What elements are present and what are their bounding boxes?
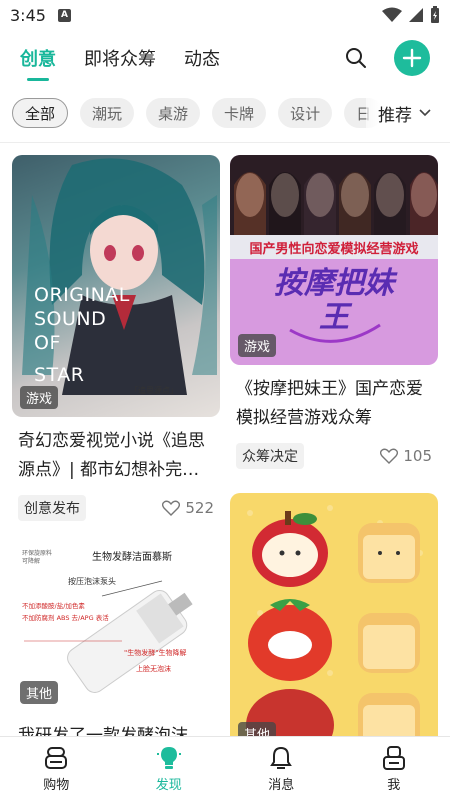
project-title: 《按摩把妹王》国产恋爱模拟经营游戏众筹 (236, 379, 423, 428)
wifi-icon (382, 7, 402, 22)
lightbulb-icon (156, 746, 181, 769)
diagram-label: "生物发酵"生物降解 (124, 649, 187, 657)
status-badge: 创意发布 (18, 495, 86, 521)
sort-dropdown[interactable]: 推荐 (366, 92, 450, 134)
category-tag: 游戏 (20, 386, 59, 409)
tab-me[interactable]: 我 (338, 737, 450, 800)
project-title: 奇幻恋爱视觉小说《追思源点》| 都市幻想补完计划 (18, 431, 205, 480)
chip-all[interactable]: 全部 (12, 98, 69, 128)
project-card[interactable]: 其他 (230, 493, 438, 736)
diagram-side-note: 环保旋原料可降解 (22, 550, 53, 565)
bottom-tab-bar: 购物 发现 消息 我 (0, 736, 450, 800)
diagram-label: 上脸无泡沫 (136, 665, 171, 673)
profile-icon (382, 745, 405, 770)
like-count[interactable]: 522 (162, 499, 214, 517)
chip-cards[interactable]: 卡牌 (212, 98, 267, 128)
tab-messages[interactable]: 消息 (225, 737, 338, 800)
project-cover-image: ORIGINAL SOUND OF STAR 「追思源点」 游戏 (12, 155, 220, 417)
cover-banner: 国产男性向恋爱模拟经营游戏 (249, 241, 419, 257)
cute-fruit-illustration (246, 505, 423, 736)
shopping-icon (45, 746, 68, 769)
tab-label: 购物 (43, 777, 70, 793)
divider (0, 142, 450, 143)
diagram-label: 不加防腐剂 ABS 去/APG 表活 (22, 614, 109, 622)
tab-label: 发现 (155, 777, 182, 793)
cover-text-line: STAR (34, 364, 85, 386)
tab-label: 我 (387, 777, 401, 793)
cover-caption: 「追思源点」 (130, 386, 178, 395)
project-title: 我研发了一款发酵泡沫 (18, 726, 188, 736)
tab-label: 消息 (268, 777, 295, 793)
cover-text-line: OF (34, 332, 61, 354)
chevron-down-icon (419, 109, 431, 117)
plus-icon (402, 48, 422, 68)
chip-board-games[interactable]: 桌游 (146, 98, 201, 128)
status-badge: 众筹决定 (236, 443, 304, 469)
chip-design[interactable]: 设计 (278, 98, 333, 128)
status-bar: 3:45 A (0, 0, 450, 30)
project-card[interactable]: ORIGINAL SOUND OF STAR 「追思源点」 游戏 奇幻恋爱视觉小… (12, 155, 220, 521)
category-tag: 其他 (238, 722, 277, 736)
add-button[interactable] (394, 40, 430, 76)
like-count-value: 522 (185, 499, 214, 517)
tab-shopping[interactable]: 购物 (0, 737, 113, 800)
project-cover-image: 国产男性向恋爱模拟经营游戏 按摩把妹王 游戏 (230, 155, 438, 365)
category-filters: 全部 潮玩 桌游 卡牌 设计 日 推荐 (0, 92, 450, 134)
project-card[interactable]: 国产男性向恋爱模拟经营游戏 按摩把妹王 游戏 《按摩把妹王》国产恋爱模拟经营游戏… (230, 155, 438, 469)
diagram-label: 按压泡沫泵头 (68, 577, 116, 586)
cover-logo: 按摩把妹王 (274, 266, 394, 335)
project-cover-image: 生物发酵洁面慕斯 环保旋原料可降解 按压泡沫泵头 不加添酸胺/盐/加色素 不加防… (12, 536, 220, 712)
signal-icon (409, 8, 423, 22)
category-tag: 其他 (20, 681, 59, 704)
category-tag: 游戏 (238, 334, 277, 357)
status-icons (382, 6, 440, 24)
diagram-label: 不加添酸胺/盐/加色素 (22, 602, 85, 610)
heart-icon (162, 500, 181, 516)
notification-icon: A (57, 8, 71, 22)
cover-text-line: SOUND (34, 308, 107, 330)
tab-upcoming-crowdfunding[interactable]: 即将众筹 (84, 45, 156, 71)
bell-icon (270, 746, 293, 769)
top-navigation: 创意 即将众筹 动态 (0, 30, 450, 86)
like-count[interactable]: 105 (380, 447, 432, 465)
status-time: 3:45 (10, 5, 46, 25)
project-cover-image: 其他 (230, 493, 438, 736)
cover-text-line: ORIGINAL (34, 284, 130, 306)
diagram-heading: 生物发酵洁面慕斯 (92, 552, 172, 563)
sort-label: 推荐 (378, 105, 412, 126)
tab-updates[interactable]: 动态 (184, 45, 220, 71)
chip-trendy-toys[interactable]: 潮玩 (80, 98, 135, 128)
search-icon[interactable] (342, 44, 370, 72)
heart-icon (380, 448, 399, 464)
tab-creative[interactable]: 创意 (20, 45, 56, 71)
project-card[interactable]: 生物发酵洁面慕斯 环保旋原料可降解 按压泡沫泵头 不加添酸胺/盐/加色素 不加防… (12, 536, 220, 736)
tab-discover[interactable]: 发现 (113, 737, 226, 800)
project-feed: ORIGINAL SOUND OF STAR 「追思源点」 游戏 奇幻恋爱视觉小… (0, 150, 450, 736)
battery-icon (431, 6, 439, 23)
like-count-value: 105 (403, 447, 432, 465)
